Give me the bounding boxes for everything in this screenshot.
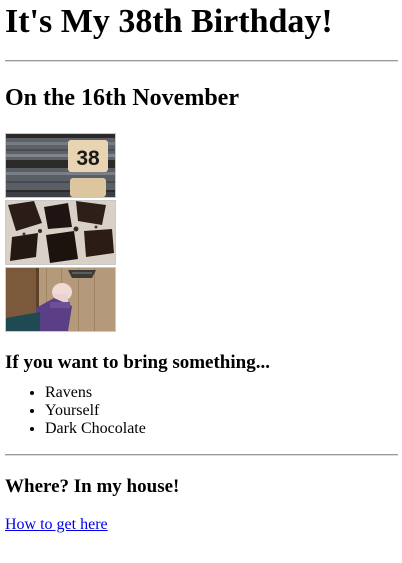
list-item: Ravens (45, 384, 398, 402)
date-heading: On the 16th November (5, 85, 239, 111)
divider (5, 60, 398, 62)
directions-link[interactable]: How to get here (5, 516, 108, 534)
page-title: It's My 38th Birthday! (5, 3, 333, 40)
number-38-photo: 38 (5, 133, 116, 198)
bring-list: Ravens Yourself Dark Chocolate (5, 384, 398, 438)
page: It's My 38th Birthday! On the 16th Novem… (0, 0, 402, 534)
photo-label-38: 38 (76, 147, 100, 170)
divider (5, 454, 398, 456)
photo-stack: 38 (5, 133, 116, 332)
bring-heading: If you want to bring something... (5, 352, 270, 373)
where-heading: Where? In my house! (5, 476, 180, 497)
dark-chocolate-photo (5, 200, 116, 265)
list-item: Dark Chocolate (45, 420, 398, 438)
door-knock-photo (5, 267, 116, 332)
list-item: Yourself (45, 402, 398, 420)
